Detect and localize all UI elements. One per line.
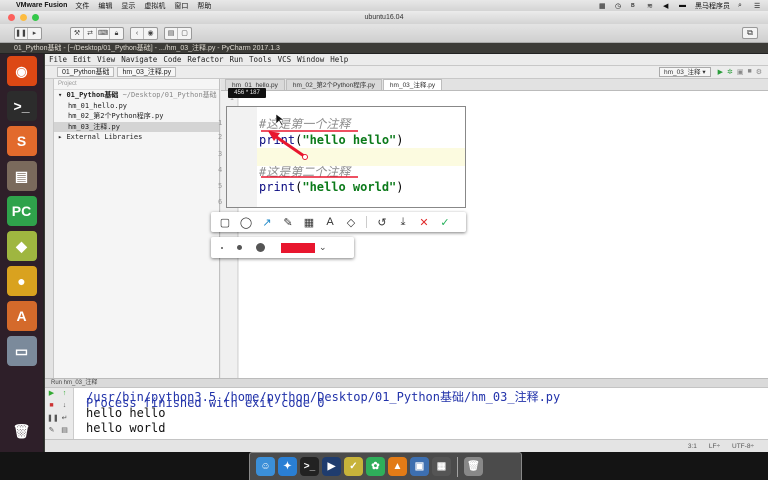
toolbar-divider xyxy=(366,216,367,228)
arrow-handle[interactable] xyxy=(302,154,308,160)
ellipse-tool-icon[interactable]: ◯ xyxy=(240,216,252,229)
vmware-icon[interactable]: ▣ xyxy=(410,457,429,476)
mouse-cursor-icon xyxy=(275,113,285,127)
vlc-icon[interactable]: ▲ xyxy=(388,457,407,476)
text-tool-icon[interactable]: A xyxy=(324,216,336,228)
confirm-icon[interactable]: ✓ xyxy=(439,216,451,229)
rectangle-tool-icon[interactable]: ▢ xyxy=(219,216,231,229)
screenshot-icon[interactable]: ▦ xyxy=(432,457,451,476)
pen-tool-icon[interactable]: ✎ xyxy=(282,216,294,229)
terminal-icon[interactable]: >_ xyxy=(300,457,319,476)
color-swatch[interactable] xyxy=(281,242,315,253)
finder-icon[interactable]: ☺ xyxy=(256,457,275,476)
screen: VMware Fusion 文件 编辑 显示 虚拟机 窗口 帮助 ▦ ◷ ʙ ≋… xyxy=(0,0,768,480)
notes-icon[interactable]: ✓ xyxy=(344,457,363,476)
download-icon[interactable]: ⤓ xyxy=(397,216,409,228)
cancel-icon[interactable]: ✕ xyxy=(418,216,430,229)
undo-icon[interactable]: ↺ xyxy=(376,216,388,229)
clover-icon[interactable]: ✿ xyxy=(366,457,385,476)
dock-divider xyxy=(457,456,458,477)
size-large-option[interactable] xyxy=(256,243,265,252)
annotation-arrow xyxy=(271,132,305,158)
safari-icon[interactable]: ✦ xyxy=(278,457,297,476)
quicktime-icon[interactable]: ▶ xyxy=(322,457,341,476)
annotation-toolbar: ▢ ◯ ↗ ✎ ▦ A ◇ ↺ ⤓ ✕ ✓ xyxy=(211,212,466,232)
arrow-tool-icon[interactable]: ↗ xyxy=(261,216,273,229)
stroke-options-toolbar: ⌄ xyxy=(211,237,354,258)
annotation-layer xyxy=(261,113,358,178)
size-small-option[interactable] xyxy=(221,246,223,249)
mac-dock: ☺ ✦ >_ ▶ ✓ ✿ ▲ ▣ ▦ 🗑 xyxy=(249,452,522,480)
trash-icon[interactable]: 🗑 xyxy=(464,457,483,476)
size-medium-option[interactable] xyxy=(237,245,242,250)
tag-tool-icon[interactable]: ◇ xyxy=(345,216,357,229)
chevron-down-icon[interactable]: ⌄ xyxy=(319,242,327,253)
mosaic-tool-icon[interactable]: ▦ xyxy=(303,216,315,229)
